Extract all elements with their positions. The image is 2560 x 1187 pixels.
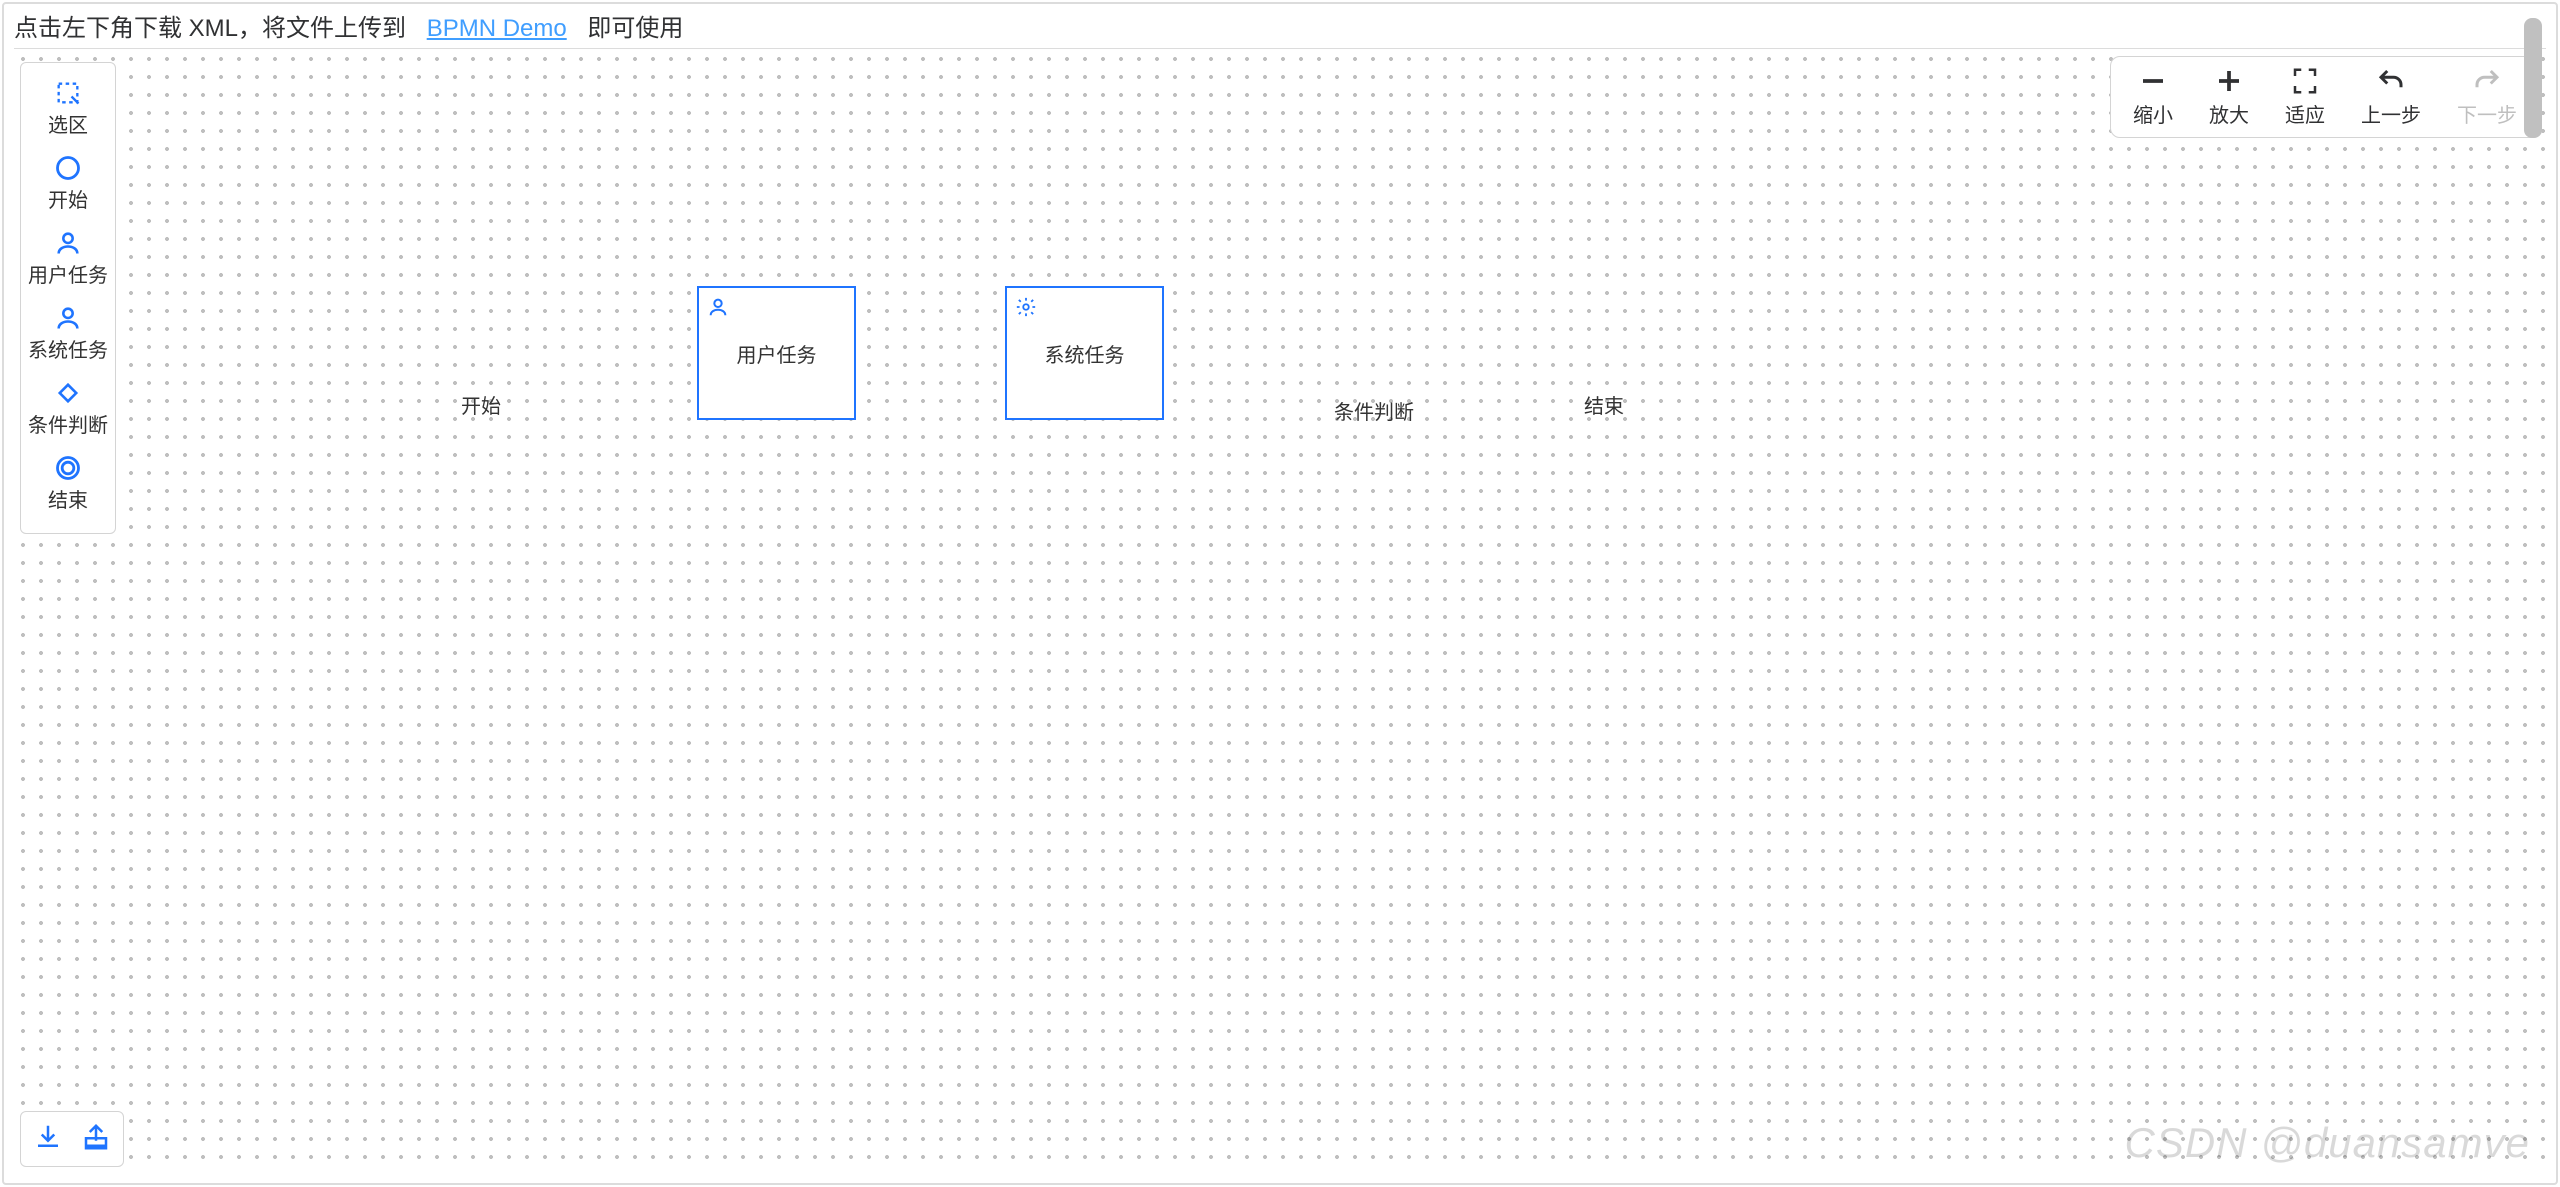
- node-service-task[interactable]: 系统任务: [1005, 286, 1164, 420]
- palette-service-task-label: 系统任务: [21, 334, 115, 363]
- palette-start-label: 开始: [21, 184, 115, 213]
- canvas[interactable]: 用户任务 系统任务 开始 条件判断 结束 选区 开始 用户任务 系统任务 条件判…: [14, 50, 2546, 1173]
- redo-label: 下一步: [2457, 99, 2517, 128]
- palette: 选区 开始 用户任务 系统任务 条件判断 结束: [20, 62, 116, 534]
- header: 点击左下角下载 XML，将文件上传到 BPMN Demo 即可使用: [14, 10, 2546, 49]
- download-icon: [33, 1122, 63, 1152]
- node-user-task[interactable]: 用户任务: [697, 286, 856, 420]
- undo-label: 上一步: [2361, 99, 2421, 128]
- zoom-out-label: 缩小: [2133, 99, 2173, 128]
- palette-user-task-label: 用户任务: [21, 259, 115, 288]
- palette-end-label: 结束: [21, 484, 115, 513]
- plus-icon: [2214, 66, 2244, 96]
- palette-service-task[interactable]: 系统任务: [21, 298, 115, 373]
- gateway-icon: [21, 379, 115, 407]
- export-icon: [81, 1122, 111, 1152]
- redo-button[interactable]: 下一步: [2457, 66, 2517, 128]
- palette-lasso[interactable]: 选区: [21, 73, 115, 148]
- palette-gateway-label: 条件判断: [21, 409, 115, 438]
- fit-button[interactable]: 适应: [2285, 66, 2325, 128]
- node-user-task-label: 用户任务: [737, 339, 817, 368]
- node-start-label: 开始: [461, 390, 501, 419]
- user-icon: [21, 229, 115, 257]
- user-icon: [707, 296, 729, 318]
- node-end-label: 结束: [1584, 390, 1624, 419]
- node-service-task-label: 系统任务: [1045, 339, 1125, 368]
- download-button[interactable]: [33, 1122, 63, 1157]
- user-icon: [21, 304, 115, 332]
- bottom-toolbar: [20, 1111, 124, 1167]
- redo-icon: [2472, 66, 2502, 96]
- zoom-in-label: 放大: [2209, 99, 2249, 128]
- node-gateway-label: 条件判断: [1334, 396, 1414, 425]
- palette-end[interactable]: 结束: [21, 448, 115, 523]
- palette-gateway[interactable]: 条件判断: [21, 373, 115, 448]
- bpmn-demo-link[interactable]: BPMN Demo: [427, 15, 567, 42]
- palette-user-task[interactable]: 用户任务: [21, 223, 115, 298]
- zoom-out-button[interactable]: 缩小: [2133, 66, 2173, 128]
- palette-lasso-label: 选区: [21, 109, 115, 138]
- zoom-in-button[interactable]: 放大: [2209, 66, 2249, 128]
- undo-icon: [2376, 66, 2406, 96]
- gear-icon: [1015, 296, 1037, 318]
- undo-button[interactable]: 上一步: [2361, 66, 2421, 128]
- header-text-after: 即可使用: [587, 15, 683, 42]
- header-text-before: 点击左下角下载 XML，将文件上传到: [14, 15, 406, 42]
- scrollbar-thumb[interactable]: [2524, 18, 2542, 138]
- minus-icon: [2138, 66, 2168, 96]
- scrollbar[interactable]: [2520, 10, 2546, 1177]
- fit-label: 适应: [2285, 99, 2325, 128]
- fit-icon: [2290, 66, 2320, 96]
- lasso-icon: [21, 79, 115, 107]
- zoom-toolbar: 缩小 放大 适应 上一步 下一步: [2110, 56, 2540, 138]
- export-button[interactable]: [81, 1122, 111, 1157]
- end-icon: [21, 454, 115, 482]
- palette-start[interactable]: 开始: [21, 148, 115, 223]
- start-icon: [21, 154, 115, 182]
